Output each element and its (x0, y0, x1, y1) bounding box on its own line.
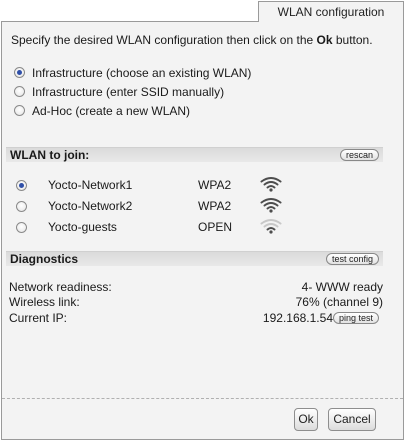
wlan-radio[interactable] (16, 180, 27, 191)
wifi-signal-icon (260, 219, 282, 234)
wlan-name: Yocto-guests (48, 220, 117, 234)
wlan-security: WPA2 (198, 178, 232, 192)
wlan-name: Yocto-Network1 (48, 178, 133, 192)
wlan-radio[interactable] (16, 201, 27, 212)
wlan-radio[interactable] (16, 222, 27, 233)
wireless-link-label: Wireless link: (9, 295, 80, 309)
mode-label-existing: Infrastructure (choose an existing WLAN) (32, 66, 252, 80)
network-readiness-value: 4- WWW ready (301, 280, 383, 294)
footer-divider (2, 398, 403, 399)
rescan-button[interactable]: rescan (339, 149, 379, 161)
current-ip-label: Current IP: (9, 311, 68, 325)
wlan-name: Yocto-Network2 (48, 199, 133, 213)
diagnostics-title: Diagnostics (10, 252, 79, 266)
mode-radio-existing[interactable] (14, 67, 25, 78)
current-ip-value: 192.168.1.54 (262, 311, 333, 325)
ping-test-button[interactable]: ping test (332, 312, 379, 324)
cancel-button[interactable]: Cancel (328, 408, 376, 431)
wlan-security: OPEN (198, 220, 233, 234)
wlan-section-title: WLAN to join: (10, 148, 90, 162)
tab-wlan-configuration[interactable]: WLAN configuration (258, 1, 404, 22)
wifi-signal-icon (260, 198, 282, 213)
diagnostics-section-header: Diagnostics test config (6, 251, 383, 266)
wlan-row[interactable]: Yocto-Network2 WPA2 (2, 197, 402, 217)
wifi-signal-icon (260, 177, 282, 192)
ok-button[interactable]: Ok (294, 408, 318, 431)
wlan-row[interactable]: Yocto-guests OPEN (2, 218, 402, 238)
wlan-config-dialog: Specify the desired WLAN configuration t… (1, 21, 404, 440)
test-config-button[interactable]: test config (325, 253, 379, 265)
wireless-link-value: 76% (channel 9) (295, 295, 383, 309)
mode-label-adhoc: Ad-Hoc (create a new WLAN) (32, 104, 191, 118)
mode-radio-manual[interactable] (14, 86, 25, 97)
network-readiness-label: Network readiness: (9, 280, 112, 294)
wlan-security: WPA2 (198, 199, 232, 213)
mode-label-manual: Infrastructure (enter SSID manually) (32, 85, 225, 99)
wlan-section-header: WLAN to join: rescan (6, 147, 383, 162)
wlan-row[interactable]: Yocto-Network1 WPA2 (2, 176, 402, 196)
intro-text: Specify the desired WLAN configuration t… (11, 33, 373, 47)
mode-radio-adhoc[interactable] (14, 105, 25, 116)
